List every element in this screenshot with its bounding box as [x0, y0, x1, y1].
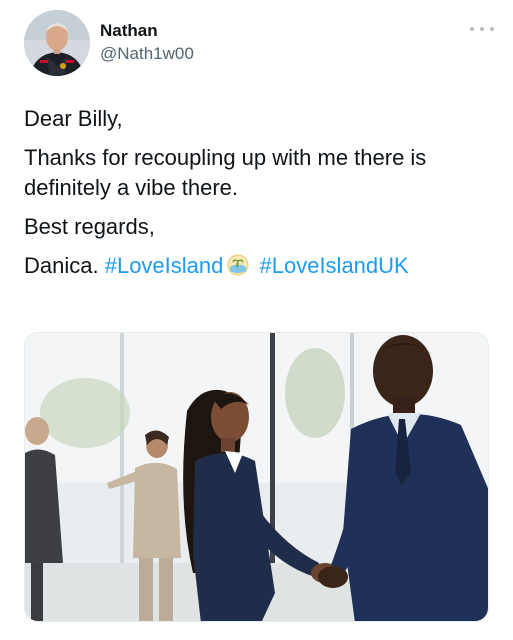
profile-photo-icon — [24, 10, 90, 76]
tweet-card[interactable]: Nathan @Nath1w00 Dear Billy, Thanks for … — [0, 0, 513, 640]
ellipsis-dot — [490, 27, 494, 31]
business-handshake-photo — [25, 333, 488, 621]
tweet-header: Nathan @Nath1w00 — [24, 10, 494, 76]
hashtag-loveisland[interactable]: #LoveIsland — [105, 253, 224, 278]
tweet-media-photo[interactable] — [24, 332, 489, 622]
user-handle[interactable]: @Nath1w00 — [100, 42, 194, 66]
ellipsis-icon[interactable] — [470, 24, 494, 34]
tweet-text: Dear Billy, Thanks for recoupling up wit… — [24, 104, 494, 290]
signature-text: Danica. — [24, 253, 99, 278]
closing-line: Best regards, — [24, 214, 155, 239]
ellipsis-dot — [470, 27, 474, 31]
message-line: Thanks for recoupling up with me there i… — [24, 145, 427, 200]
hashtag-loveislanduk[interactable]: #LoveIslandUK — [260, 253, 409, 278]
love-island-emoji-icon — [226, 253, 250, 277]
signature-line: Danica. #LoveIsland #LoveIslandUK — [24, 251, 494, 281]
avatar[interactable] — [24, 10, 90, 76]
greeting-line: Dear Billy, — [24, 106, 123, 131]
ellipsis-dot — [480, 27, 484, 31]
author-names: Nathan @Nath1w00 — [100, 20, 194, 66]
display-name[interactable]: Nathan — [100, 20, 194, 42]
